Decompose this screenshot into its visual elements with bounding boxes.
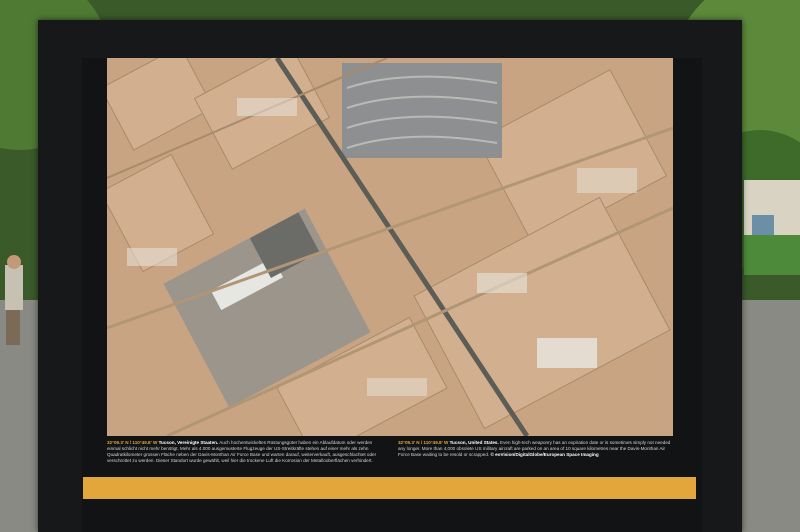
accent-bar [83, 477, 696, 499]
image-credit: © eoVision/DigitalGlobe/European Space I… [490, 452, 599, 457]
caption-coordinates: 32°09.3' N / 110°49.8' W [398, 440, 449, 445]
caption-coordinates: 32°09.3' N / 110°49.8' W [107, 440, 158, 445]
caption-german: 32°09.3' N / 110°49.8' W Tucson, Vereini… [107, 440, 379, 464]
caption-english: 32°09.3' N / 110°49.8' W Tucson, United … [398, 440, 672, 458]
satellite-image [107, 58, 673, 436]
caption-place: Tucson, United States. [449, 440, 499, 445]
caption-place: Tucson, Vereinigte Staaten. [158, 440, 219, 445]
